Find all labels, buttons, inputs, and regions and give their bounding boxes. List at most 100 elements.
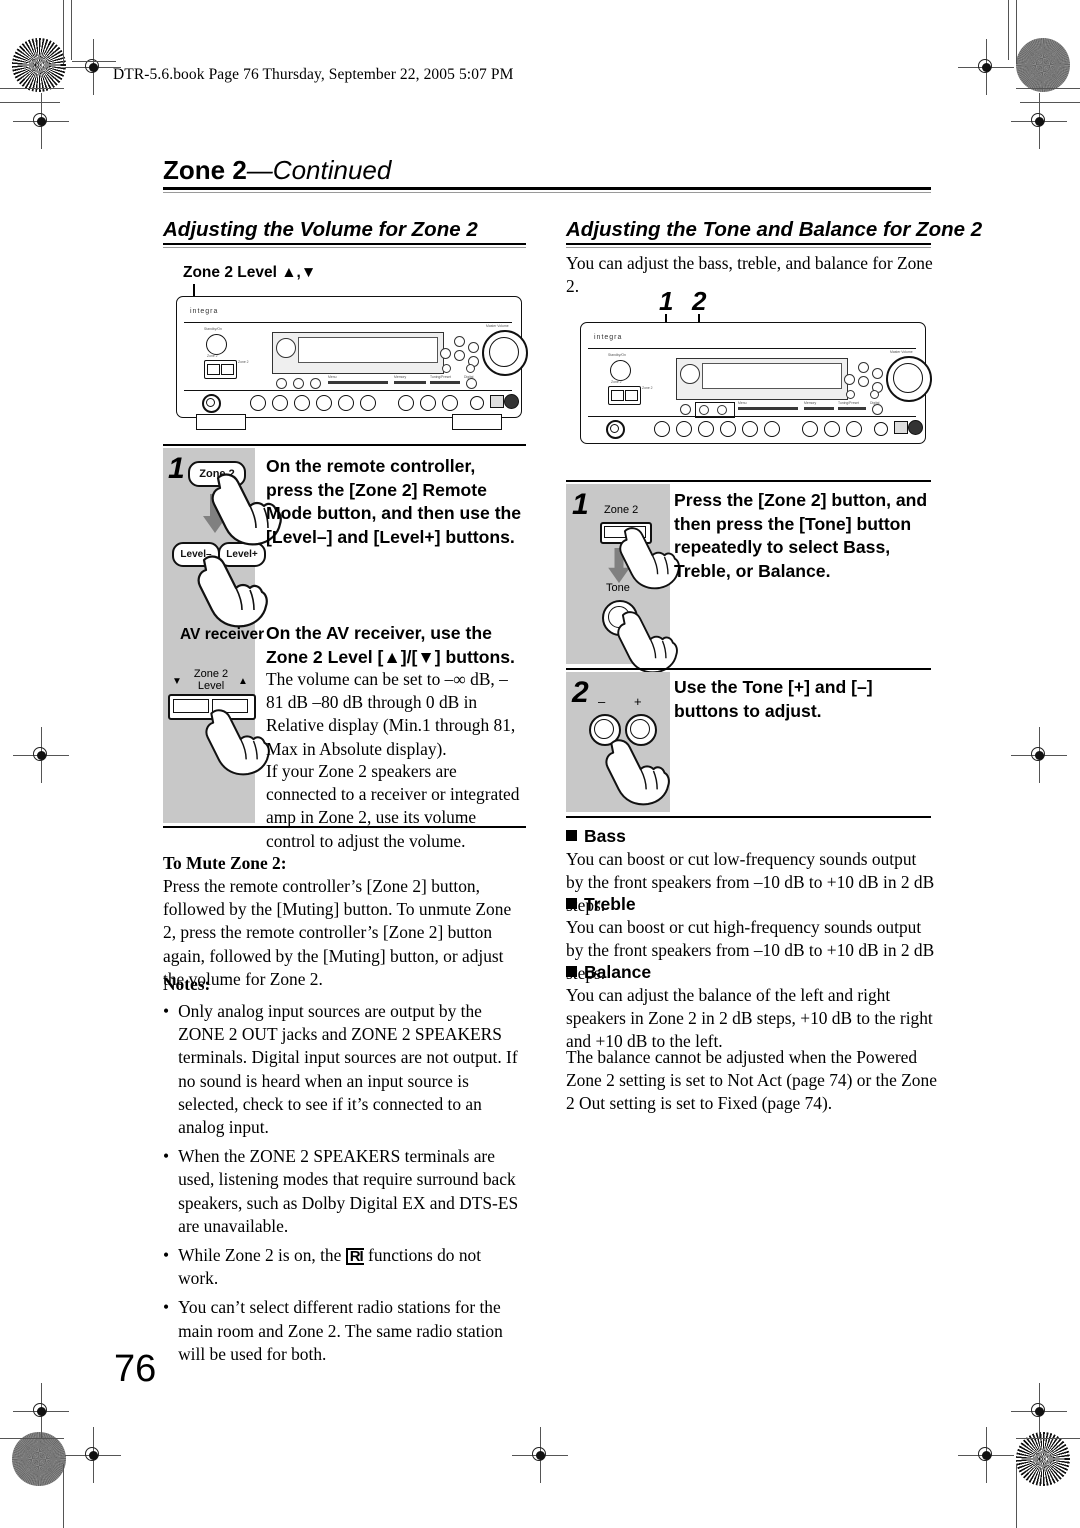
crop-mark-bottom-left-h xyxy=(0,1438,64,1440)
bullet-glyph: • xyxy=(163,1245,170,1266)
left-figure-callout-label: Zone 2 Level ▲,▼ xyxy=(183,264,317,281)
note-text-with-ri-logo: While Zone 2 is on, the RI functions do … xyxy=(178,1245,482,1289)
left-step1-number-text: 1 xyxy=(168,452,185,485)
note-text: When the ZONE 2 SPEAKERS terminals are u… xyxy=(178,1146,519,1236)
left-step1-number: 1 xyxy=(168,452,185,486)
crop-mark-top-right-h xyxy=(1016,88,1080,90)
crop-mark-top-left-h xyxy=(0,88,64,90)
receiver-level-up-arrow-label: ▲ xyxy=(238,676,248,687)
pointing-hand-icon-zone2 xyxy=(618,524,680,595)
right-step1-top-rule xyxy=(566,480,931,482)
note-item-2: • When the ZONE 2 SPEAKERS terminals are… xyxy=(163,1145,529,1238)
balance-note-text: The balance cannot be adjusted when the … xyxy=(566,1047,937,1114)
note-text: Only analog input sources are output by … xyxy=(178,1001,518,1138)
registration-mark-bottom-left xyxy=(13,1383,69,1439)
left-section-rule xyxy=(163,243,526,245)
crop-mark-inner-left-h xyxy=(0,102,60,104)
page-title-bold: Zone 2 xyxy=(163,155,247,185)
registration-mark-left-middle xyxy=(13,727,69,783)
pointing-hand-icon-tone-adjust xyxy=(604,736,670,811)
left-section-title: Adjusting the Volume for Zone 2 xyxy=(163,218,478,241)
crop-mark-inner-left-v xyxy=(71,0,73,60)
right-step1-number-text: 1 xyxy=(572,488,589,521)
mute-heading: To Mute Zone 2: xyxy=(163,853,287,873)
left-receiver-illustration: integra Standby/On Zone 2 Zone 2 Menu Me… xyxy=(176,296,528,431)
registration-mark-right-middle xyxy=(1011,727,1067,783)
registration-mark-right-upper xyxy=(1011,93,1067,149)
registration-starburst-top-left xyxy=(12,38,66,92)
left-section-rule-thin xyxy=(163,247,526,248)
topic-heading-treble-text: Treble xyxy=(584,894,636,914)
ri-logo-icon: RI xyxy=(345,1248,364,1266)
registration-starburst-bottom-left xyxy=(12,1432,66,1486)
note-text: You can’t select different radio station… xyxy=(178,1297,503,1364)
crop-mark-top-left-v xyxy=(63,0,65,64)
crop-mark-top-right-v xyxy=(1016,0,1018,64)
receiver-zone2-level-caption: Zone 2 Level xyxy=(180,668,242,692)
registration-mark-bottom-center xyxy=(512,1427,568,1483)
notes-list: • Only analog input sources are output b… xyxy=(163,1000,529,1372)
right-step2-instruction: Use the Tone [+] and [–] buttons to adju… xyxy=(674,677,873,721)
page-title-italic: —Continued xyxy=(246,155,392,185)
bullet-glyph: • xyxy=(163,1001,170,1021)
receiver-level-down-arrow-label: ▼ xyxy=(172,676,182,687)
right-step2-number: 2 xyxy=(572,676,589,710)
left-step1-detail-1: The volume can be set to –∞ dB, –81 dB –… xyxy=(266,669,516,759)
tone-minus-label: – xyxy=(598,694,606,709)
note-item-4: • You can’t select different radio stati… xyxy=(163,1296,529,1366)
left-step-top-rule xyxy=(163,444,526,446)
registration-mark-bottom-right xyxy=(1011,1383,1067,1439)
right-section-title: Adjusting the Tone and Balance for Zone … xyxy=(566,218,983,241)
page-number: 76 xyxy=(114,1348,157,1390)
topic-heading-bass: Bass xyxy=(566,826,626,847)
registration-mark-left-upper xyxy=(13,93,69,149)
notes-heading: Notes: xyxy=(163,974,211,994)
crop-mark-bottom-right-h xyxy=(1016,1438,1080,1440)
title-rule-thin xyxy=(163,192,931,194)
registration-starburst-bottom-right xyxy=(1016,1432,1070,1486)
mute-body: Press the remote controller’s [Zone 2] b… xyxy=(163,876,512,989)
bullet-glyph: • xyxy=(163,1146,170,1167)
crop-mark-bottom-right-v xyxy=(1016,1464,1018,1528)
left-step1-detail-2: If your Zone 2 speakers are connected to… xyxy=(266,761,520,851)
right-section-rule-thin xyxy=(566,247,931,248)
title-rule-thick xyxy=(163,187,931,190)
registration-mark-top-left xyxy=(65,39,121,95)
registration-mark-bottom-left-inner xyxy=(65,1427,121,1483)
square-bullet-icon xyxy=(566,898,577,909)
page-title: Zone 2—Continued xyxy=(163,155,391,186)
pointing-hand-icon-receiver xyxy=(204,706,270,781)
right-step2-number-text: 2 xyxy=(572,676,589,709)
note-item-1: • Only analog input sources are output b… xyxy=(163,1000,529,1139)
right-section-rule xyxy=(566,243,931,245)
header-underline xyxy=(72,61,116,63)
right-figure-callout-2: 2 xyxy=(692,286,707,316)
registration-mark-bottom-right-inner xyxy=(958,1427,1014,1483)
left-step-bottom-rule xyxy=(163,826,526,828)
right-step1-instruction: Press the [Zone 2] button, and then pres… xyxy=(674,490,928,581)
receiver-zone2-caption-line2: Level xyxy=(197,680,225,692)
topic-heading-balance: Balance xyxy=(566,962,651,983)
right-step1-number: 1 xyxy=(572,488,589,522)
topic-body-balance: You can adjust the balance of the left a… xyxy=(566,985,933,1052)
right-figure-callout-1: 1 xyxy=(659,286,674,316)
right-step2-bottom-rule xyxy=(566,816,931,818)
file-header-text: DTR-5.6.book Page 76 Thursday, September… xyxy=(113,66,514,83)
pointing-hand-icon-remote-bottom xyxy=(196,552,268,633)
av-receiver-label: AV receiver xyxy=(180,626,265,643)
registration-starburst-top-right xyxy=(1016,38,1070,92)
square-bullet-icon xyxy=(566,966,577,977)
topic-heading-treble: Treble xyxy=(566,894,636,915)
topic-heading-bass-text: Bass xyxy=(584,826,626,846)
receiver-zone2-caption-line1: Zone 2 xyxy=(193,668,229,680)
tone-plus-label: + xyxy=(634,694,642,709)
crop-mark-bottom-left-v xyxy=(63,1464,65,1528)
square-bullet-icon xyxy=(566,830,577,841)
right-step1-bottom-rule xyxy=(566,668,931,670)
right-zone2-button-caption: Zone 2 xyxy=(604,504,639,516)
note-item-3: • While Zone 2 is on, the RI functions d… xyxy=(163,1244,529,1290)
topic-heading-balance-text: Balance xyxy=(584,962,652,982)
bullet-glyph: • xyxy=(163,1297,170,1318)
registration-mark-top-right xyxy=(958,39,1014,95)
left-step1-instruction-receiver: On the AV receiver, use the Zone 2 Level… xyxy=(266,623,515,667)
